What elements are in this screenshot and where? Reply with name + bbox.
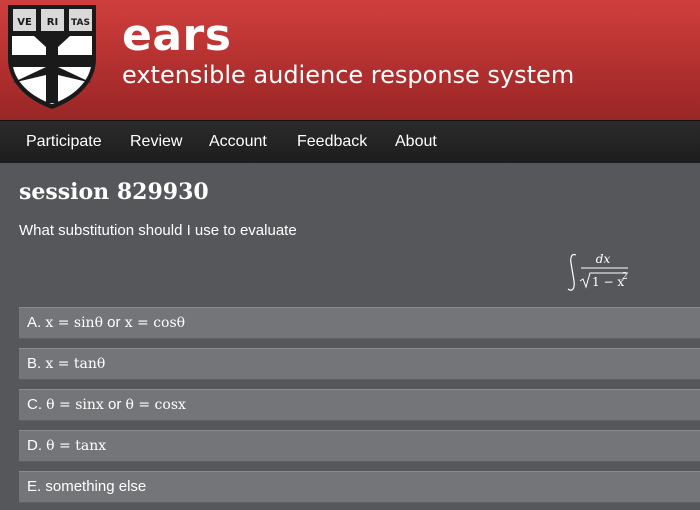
option-math: x = tanθ	[45, 356, 106, 372]
nav-participate[interactable]: Participate	[26, 121, 102, 163]
option-math: x = cosθ	[124, 315, 186, 331]
answer-option-e[interactable]: E. something else	[19, 471, 700, 503]
option-math: θ = sinx	[46, 397, 104, 413]
harvard-shield-logo[interactable]: VE RI TAS	[6, 3, 98, 111]
site-header: VE RI TAS ears extensible audience respo…	[0, 0, 700, 120]
question-text: What substitution should I use to evalua…	[19, 222, 297, 239]
answer-option-b[interactable]: B. x = tanθ	[19, 348, 700, 380]
answer-option-d[interactable]: D. θ = tanx	[19, 430, 700, 462]
main-nav: Participate Review Account Feedback Abou…	[0, 120, 700, 163]
session-title: session 829930	[19, 179, 209, 205]
option-letter: C.	[27, 396, 42, 413]
option-or: or	[107, 396, 122, 413]
logo-letters-3: TAS	[71, 18, 90, 28]
option-text: something else	[45, 478, 147, 495]
option-letter: E.	[27, 478, 42, 495]
answer-option-a[interactable]: A. x = sinθ or x = cosθ	[19, 307, 700, 339]
nav-account[interactable]: Account	[209, 121, 267, 163]
option-or: or	[107, 314, 121, 331]
app-name[interactable]: ears	[122, 8, 231, 64]
option-math: θ = tanx	[46, 438, 107, 454]
nav-review[interactable]: Review	[130, 121, 182, 163]
answer-option-c[interactable]: C. θ = sinx or θ = cosx	[19, 389, 700, 421]
logo-letters-1: VE	[17, 17, 32, 28]
logo-letters-2: RI	[47, 17, 58, 28]
option-letter: B.	[27, 355, 42, 372]
nav-about[interactable]: About	[395, 121, 437, 163]
option-letter: D.	[27, 437, 42, 454]
formula-exponent: 2	[622, 272, 628, 282]
app-tagline: extensible audience response system	[122, 61, 575, 89]
option-letter: A.	[27, 314, 42, 331]
option-math: θ = cosx	[125, 397, 186, 413]
formula-numerator: dx	[596, 252, 611, 266]
nav-feedback[interactable]: Feedback	[297, 121, 367, 163]
option-math: x = sinθ	[45, 315, 103, 331]
formula-radicand: 1 − x	[592, 275, 624, 289]
integral-formula: dx 1 − x 2	[567, 252, 628, 291]
